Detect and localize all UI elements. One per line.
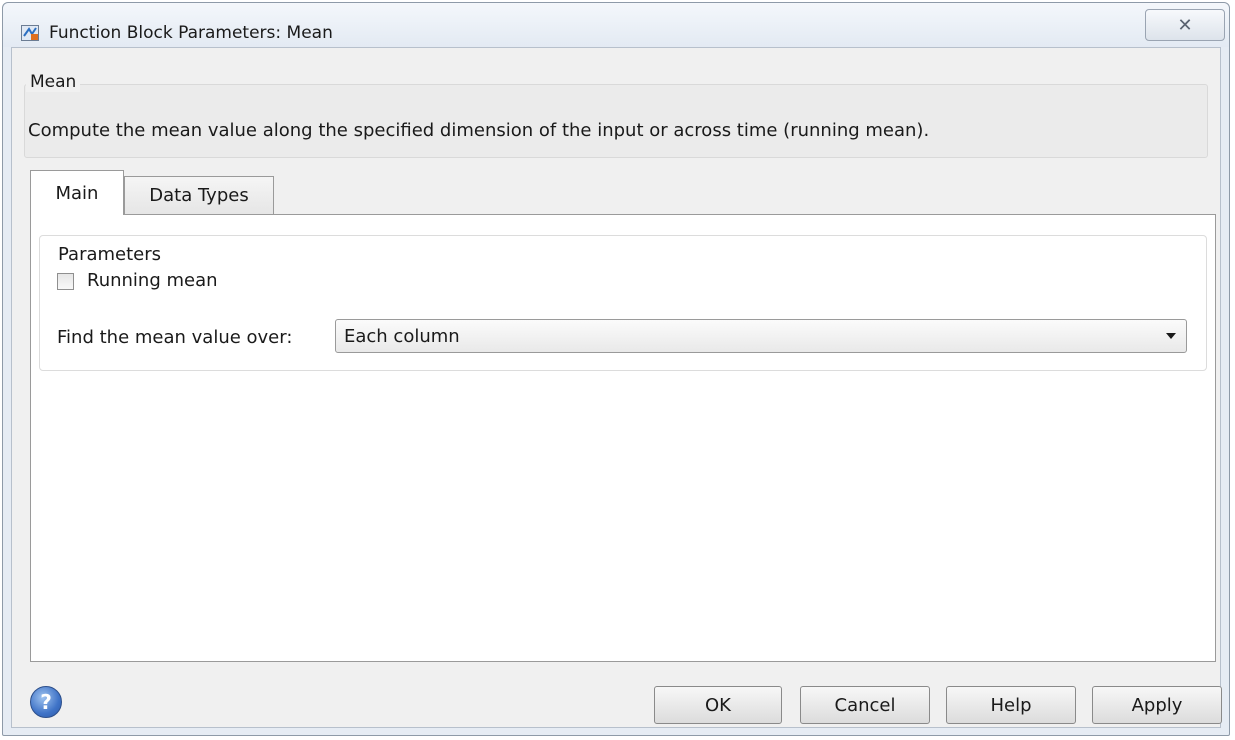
cancel-button[interactable]: Cancel	[800, 686, 930, 724]
tab-main[interactable]: Main	[30, 170, 124, 215]
running-mean-label[interactable]: Running mean	[87, 270, 218, 291]
apply-button[interactable]: Apply	[1092, 686, 1222, 724]
chevron-down-icon	[1166, 333, 1176, 339]
help-icon-glyph: ?	[40, 690, 52, 714]
dialog-client-area: Mean Compute the mean value along the sp…	[11, 47, 1222, 728]
description-group-title: Mean	[26, 72, 81, 92]
title-bar[interactable]: Function Block Parameters: Mean ✕	[3, 3, 1229, 47]
cancel-button-label: Cancel	[834, 694, 896, 716]
close-icon: ✕	[1177, 14, 1193, 36]
parameters-group-title: Parameters	[54, 244, 166, 265]
apply-button-label: Apply	[1131, 694, 1183, 716]
running-mean-checkbox[interactable]	[57, 273, 74, 290]
ok-button-label: OK	[705, 694, 731, 716]
tab-data-types-label: Data Types	[149, 185, 249, 206]
tab-main-label: Main	[55, 182, 99, 204]
help-button-label: Help	[990, 694, 1032, 716]
window-title: Function Block Parameters: Mean	[49, 23, 333, 43]
dialog-window: Function Block Parameters: Mean ✕ Mean C…	[2, 2, 1230, 736]
close-button[interactable]: ✕	[1145, 9, 1225, 41]
ok-button[interactable]: OK	[654, 686, 782, 724]
block-description: Compute the mean value along the specifi…	[28, 120, 930, 141]
help-button[interactable]: Help	[946, 686, 1076, 724]
tab-panel-main: Parameters Running mean Find the mean va…	[30, 214, 1216, 662]
simulink-block-icon	[21, 25, 39, 41]
mean-over-label: Find the mean value over:	[57, 327, 293, 348]
mean-over-selected-value: Each column	[344, 326, 460, 347]
tab-data-types[interactable]: Data Types	[124, 176, 274, 214]
help-icon[interactable]: ?	[30, 686, 62, 718]
mean-over-dropdown[interactable]: Each column	[335, 319, 1187, 353]
